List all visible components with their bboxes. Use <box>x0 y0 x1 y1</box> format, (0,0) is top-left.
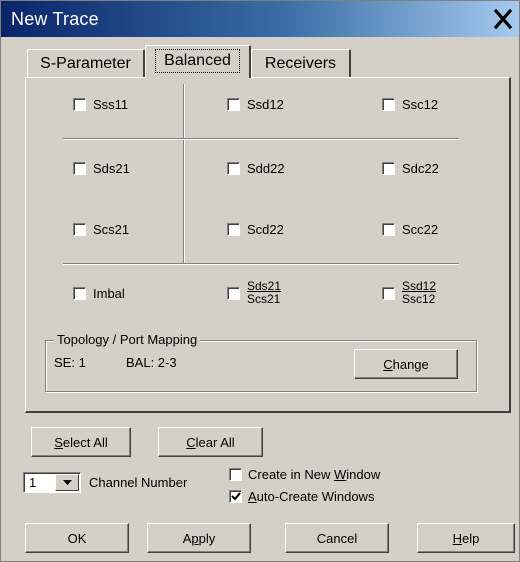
chevron-down-icon <box>63 480 72 485</box>
tab-balanced-label: Balanced <box>155 49 240 73</box>
sdd22-label: Sdd22 <box>247 161 285 176</box>
imbal-label: Imbal <box>93 286 125 301</box>
ssc12-label: Ssc12 <box>402 97 439 112</box>
sds21-over-scs21-label: Sds21 Scs21 <box>247 280 281 306</box>
close-button[interactable] <box>491 7 515 31</box>
clear-all-button[interactable]: Clear All <box>158 427 263 457</box>
help-button-mnemonic: H <box>452 530 463 546</box>
sdc22-checkbox[interactable] <box>382 162 395 175</box>
create-new-window-mnemonic: W <box>333 467 347 482</box>
sds21-label: Sds21 <box>93 161 130 176</box>
scd22-label: Scd22 <box>247 222 284 237</box>
change-button-label: hange <box>392 356 429 372</box>
sss11-label: Sss11 <box>93 97 129 112</box>
sss11-checkbox[interactable] <box>73 98 86 111</box>
tab-receivers-label: Receivers <box>264 55 337 72</box>
scs21-label: Scs21 <box>93 222 130 237</box>
create-new-window-rest: indow <box>346 467 381 482</box>
change-button-mnemonic: C <box>383 356 393 372</box>
clear-all-label: lear All <box>195 434 235 450</box>
auto-create-windows-checkbox[interactable] <box>229 490 242 503</box>
bal-mapping: BAL: 2-3 <box>126 355 177 370</box>
change-button[interactable]: Change <box>354 349 458 379</box>
select-all-label: elect All <box>62 434 108 450</box>
title-bar[interactable]: New Trace <box>1 1 519 37</box>
topology-group: Topology / Port Mapping SE: 1 BAL: 2-3 C… <box>45 332 477 392</box>
grid-separator-row3 <box>63 263 459 265</box>
channel-number-select[interactable]: 1 <box>23 472 81 493</box>
ssd12-checkbox[interactable] <box>227 98 240 111</box>
new-trace-dialog: New Trace S-Parameter Balanced Receivers… <box>0 0 520 562</box>
tab-s-parameter-label: S-Parameter <box>40 55 131 72</box>
ssd12-over-ssc12-checkbox[interactable] <box>382 287 395 300</box>
create-new-window-label: Create in New Window <box>248 467 380 482</box>
sdd22-checkbox[interactable] <box>227 162 240 175</box>
ssd12-label: Ssd12 <box>247 97 284 112</box>
imbal-checkbox[interactable] <box>73 287 86 300</box>
window-title: New Trace <box>11 9 99 29</box>
sds21-over-scs21-checkbox[interactable] <box>227 287 240 300</box>
create-new-window-prefix: Create in New <box>248 467 334 482</box>
topology-group-title: Topology / Port Mapping <box>54 332 201 347</box>
channel-number-value: 1 <box>29 475 37 490</box>
se-mapping: SE: 1 <box>54 355 86 370</box>
grid-separator-vertical <box>183 84 185 264</box>
tab-receivers[interactable]: Receivers <box>251 49 351 77</box>
cancel-button[interactable]: Cancel <box>285 523 389 553</box>
scs21-checkbox[interactable] <box>73 223 86 236</box>
sds21-checkbox[interactable] <box>73 162 86 175</box>
select-all-mnemonic: S <box>54 434 63 450</box>
grid-separator-row1 <box>63 138 459 140</box>
apply-button-rest: ply <box>198 530 216 546</box>
apply-button-mnemonic: p <box>191 530 199 546</box>
help-button[interactable]: Help <box>417 523 515 553</box>
ok-button[interactable]: OK <box>25 523 129 553</box>
ok-button-label: OK <box>67 530 87 546</box>
sdc22-label: Sdc22 <box>402 161 439 176</box>
help-button-rest: elp <box>462 530 480 546</box>
checkmark-icon <box>231 492 241 501</box>
tab-balanced[interactable]: Balanced <box>145 45 251 78</box>
scd22-checkbox[interactable] <box>227 223 240 236</box>
ssc12-checkbox[interactable] <box>382 98 395 111</box>
channel-number-label: Channel Number <box>89 475 188 490</box>
close-icon <box>493 8 513 30</box>
auto-create-rest: uto-Create Windows <box>256 489 375 504</box>
clear-all-mnemonic: C <box>186 434 196 450</box>
cancel-button-label: Cancel <box>316 530 358 546</box>
auto-create-windows-label: Auto-Create Windows <box>248 489 374 504</box>
channel-dropdown-button[interactable] <box>55 474 79 491</box>
scc22-label: Scc22 <box>402 222 439 237</box>
create-new-window-checkbox[interactable] <box>229 468 242 481</box>
apply-button[interactable]: Apply <box>147 523 251 553</box>
tab-s-parameter[interactable]: S-Parameter <box>27 49 145 77</box>
scc22-checkbox[interactable] <box>382 223 395 236</box>
ratio2-denominator: Ssc12 <box>402 292 436 306</box>
select-all-button[interactable]: Select All <box>31 427 131 457</box>
ssd12-over-ssc12-label: Ssd12 Ssc12 <box>402 280 436 306</box>
ratio1-denominator: Scs21 <box>247 292 281 306</box>
auto-create-mnemonic: A <box>248 489 257 504</box>
